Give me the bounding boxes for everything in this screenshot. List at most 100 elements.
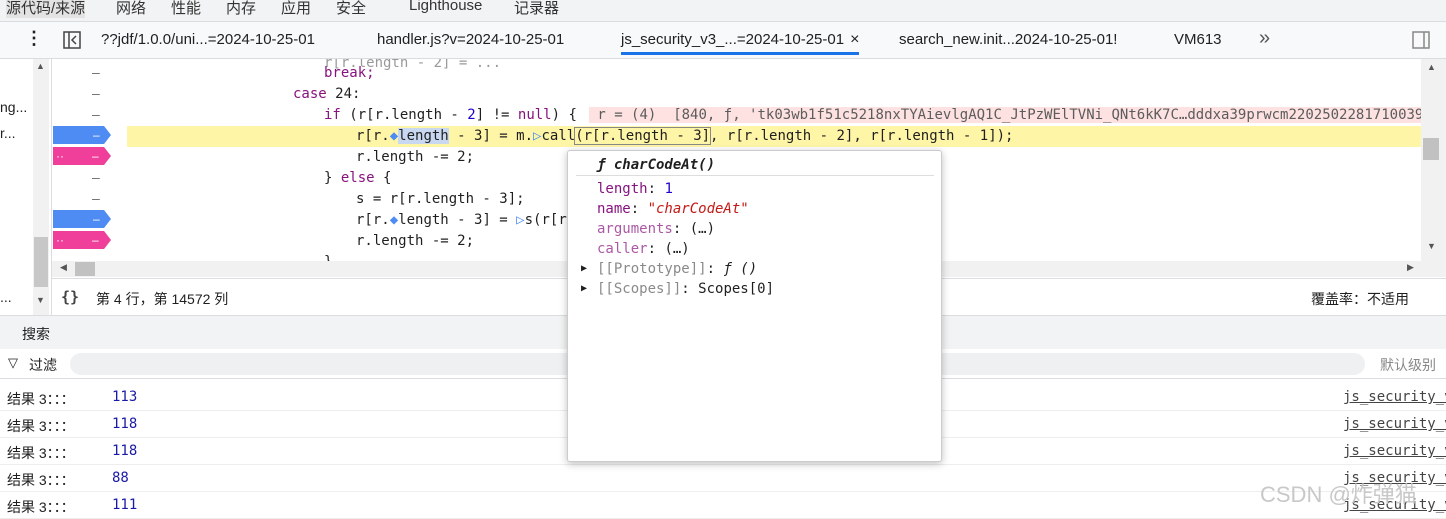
source-link[interactable]: js_security_v: [1343, 389, 1446, 405]
console-label: 结果 3：：：: [7, 472, 75, 488]
double-chevron-right-icon[interactable]: »: [1259, 27, 1270, 50]
scroll-down-icon[interactable]: ▼: [1427, 241, 1436, 251]
code-keyword: if: [324, 107, 341, 123]
code-text: s = r[r.length - 3];: [356, 191, 525, 207]
code-line: break;: [127, 63, 1421, 84]
scroll-up-icon[interactable]: ▲: [36, 61, 45, 71]
code-text: r[r.: [356, 128, 390, 144]
property-value: (…): [689, 221, 716, 237]
console-label: 结果 3：：：: [7, 499, 75, 515]
watermark: CSDN @炸弹猫: [1260, 482, 1417, 507]
source-link[interactable]: js_security_v: [1343, 443, 1446, 459]
line-marker: –: [93, 212, 100, 226]
scroll-right-icon[interactable]: ▶: [1407, 262, 1414, 273]
line-marker[interactable]: –: [92, 64, 100, 80]
file-tab-bar: ⋮ ??jdf/1.0.0/uni...=2024-10-25-01 handl…: [0, 22, 1446, 59]
line-marker[interactable]: –: [92, 85, 100, 101]
code-keyword: null: [517, 107, 552, 123]
code-text: 24:: [326, 86, 361, 102]
toggle-navigator-icon[interactable]: [63, 31, 81, 49]
nav-network[interactable]: 网络: [116, 0, 146, 18]
console-label: 结果 3：：：: [7, 391, 75, 407]
inline-value-preview[interactable]: r = (4) [840, ƒ, 'tk03wb1f51c5218nxTYAie…: [588, 107, 1421, 123]
line-marker: –: [93, 128, 100, 142]
property-key: caller: [597, 241, 648, 257]
tab-jdf-uni[interactable]: ??jdf/1.0.0/uni...=2024-10-25-01: [101, 31, 315, 48]
code-text-selected: (r[r.length - 3]: [574, 127, 712, 145]
console-value: 118: [112, 416, 138, 432]
property-scopes[interactable]: [[Scopes]]: Scopes[0]: [597, 281, 774, 297]
code-text: r.length -= 2;: [356, 233, 475, 249]
nav-memory[interactable]: 内存: [226, 0, 256, 18]
toggle-sidebar-icon[interactable]: [1412, 31, 1430, 49]
object-preview-popover[interactable]: ƒ charCodeAt() length: 1 name: "charCode…: [567, 150, 942, 462]
breakpoint-marker[interactable]: –: [53, 210, 111, 228]
property-key: [[Prototype]]: [597, 261, 707, 277]
cursor-position: 第 4 行，第 14572 列: [96, 291, 229, 307]
pretty-print-icon[interactable]: {}: [61, 288, 79, 306]
nav-recorder[interactable]: 记录器: [514, 0, 559, 18]
line-marker[interactable]: –: [92, 106, 100, 122]
property-caller[interactable]: caller: (…): [597, 241, 690, 257]
code-text: }: [324, 254, 332, 261]
property-key: length: [597, 181, 648, 197]
expand-triangle-icon[interactable]: ▶: [581, 283, 587, 294]
code-text: r[r.: [356, 212, 390, 228]
tab-search[interactable]: 搜索: [22, 324, 50, 344]
breakpoint-marker[interactable]: ·· –: [53, 231, 111, 249]
more-options-icon[interactable]: ⋮: [25, 28, 43, 49]
code-text: ] !=: [475, 107, 518, 123]
nav-performance[interactable]: 性能: [171, 0, 201, 18]
code-text: (r[r.length -: [340, 107, 468, 123]
scroll-left-icon[interactable]: ◀: [60, 262, 67, 273]
code-text: - 3] = m.: [448, 128, 534, 144]
source-link[interactable]: js_security_v: [1343, 416, 1446, 432]
code-vscroll-thumb[interactable]: [1423, 138, 1439, 160]
code-keyword: case: [293, 86, 327, 102]
property-value: ƒ (): [723, 261, 758, 277]
property-key: arguments: [597, 221, 673, 237]
tab-js-security[interactable]: js_security_v3_...=2024-10-25-01 ×: [621, 31, 860, 55]
tab-search-new[interactable]: search_new.init...2024-10-25-01!: [899, 31, 1117, 48]
code-text: break;: [324, 65, 375, 81]
code-line-paused: r[r.◆length - 3] = m.▷call(r[r.length - …: [127, 126, 1421, 147]
navigator-fragment[interactable]: ng...: [0, 99, 27, 115]
scroll-down-icon[interactable]: ▼: [36, 295, 45, 305]
line-marker[interactable]: –: [92, 190, 100, 206]
nav-sources[interactable]: 源代码/来源: [6, 0, 86, 18]
close-icon[interactable]: ×: [850, 31, 859, 48]
expand-triangle-icon[interactable]: ▶: [581, 263, 587, 274]
code-vertical-scrollbar[interactable]: ▲ ▼: [1421, 59, 1446, 277]
code-keyword: else: [340, 170, 375, 186]
tab-vm613[interactable]: VM613: [1174, 31, 1222, 48]
coverage-status: 覆盖率：不适用: [1311, 291, 1409, 307]
log-level-dropdown[interactable]: 默认级别: [1380, 355, 1436, 375]
step-marker-icon: ▷: [516, 212, 525, 228]
property-key: [[Scopes]]: [597, 281, 682, 297]
property-value: 1: [664, 181, 673, 197]
property-name: name: "charCodeAt": [597, 201, 749, 217]
property-value: Scopes[0]: [698, 281, 775, 297]
property-prototype[interactable]: [[Prototype]]: ƒ (): [597, 261, 757, 277]
code-text: }: [324, 170, 341, 186]
nav-security[interactable]: 安全: [336, 0, 366, 18]
nav-application[interactable]: 应用: [281, 0, 311, 18]
navigator-more[interactable]: ...: [0, 289, 12, 305]
property-length: length: 1: [597, 181, 673, 197]
tab-js-security-label: js_security_v3_...=2024-10-25-01: [621, 31, 845, 48]
nav-lighthouse[interactable]: Lighthouse: [409, 0, 482, 14]
navigator-fragment[interactable]: r...: [0, 125, 16, 141]
console-value: 113: [112, 389, 138, 405]
property-arguments[interactable]: arguments: (…): [597, 221, 715, 237]
navigator-scroll-thumb[interactable]: [34, 237, 48, 287]
code-hscroll-thumb[interactable]: [75, 262, 95, 276]
breakpoint-marker[interactable]: –: [53, 126, 111, 144]
console-value: 111: [112, 497, 138, 513]
tab-handler-js[interactable]: handler.js?v=2024-10-25-01: [377, 31, 564, 48]
code-text: ) {: [551, 107, 577, 123]
line-marker[interactable]: –: [92, 169, 100, 185]
breakpoint-marker[interactable]: ·· –: [53, 147, 111, 165]
property-value: "charCodeAt": [647, 201, 749, 217]
console-label: 结果 3：：：: [7, 445, 75, 461]
scroll-up-icon[interactable]: ▲: [1427, 62, 1436, 72]
